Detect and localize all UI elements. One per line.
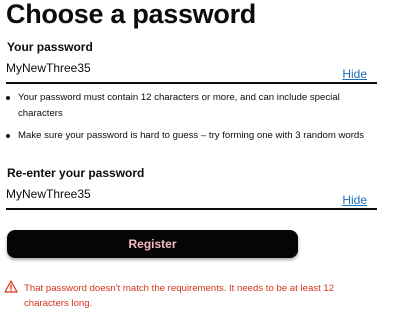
confirm-password-field-value[interactable]: MyNewThree35 [6, 187, 91, 201]
password-hints-list: Your password must contain 12 characters… [6, 90, 376, 150]
password-field-label: Your password [7, 40, 93, 54]
register-button[interactable]: Register [7, 230, 298, 258]
password-hint-text: Your password must contain 12 characters… [18, 92, 340, 119]
password-field-value[interactable]: MyNewThree35 [6, 61, 91, 75]
password-field[interactable]: MyNewThree35 Hide [6, 60, 377, 84]
hide-password-link[interactable]: Hide [342, 67, 367, 81]
password-hint-guess: Make sure your password is hard to guess… [6, 128, 376, 144]
bullet-icon [6, 96, 10, 100]
password-hint-length: Your password must contain 12 characters… [6, 90, 376, 122]
register-password-page: Choose a password Your password MyNewThr… [0, 0, 400, 318]
page-title: Choose a password [6, 0, 256, 29]
hide-confirm-password-link[interactable]: Hide [342, 193, 367, 207]
password-hint-text: Make sure your password is hard to guess… [18, 130, 365, 141]
confirm-password-field-label: Re-enter your password [7, 166, 145, 180]
confirm-password-field[interactable]: MyNewThree35 Hide [6, 186, 377, 210]
bullet-icon [6, 134, 10, 138]
error-message-text: That password doesn't match the requirem… [24, 283, 335, 309]
warning-triangle-icon [4, 280, 18, 293]
register-button-label: Register [128, 237, 177, 251]
